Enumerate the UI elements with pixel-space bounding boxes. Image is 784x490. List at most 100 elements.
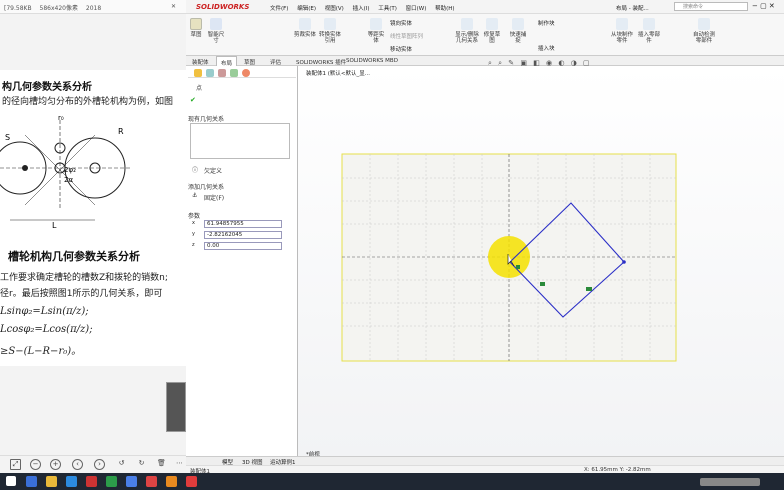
viewer-toolbar: ⤢ − + ‹ › ↺ ↻ 🗑 ⋯ (0, 455, 186, 473)
move-entities-button[interactable]: 移动实体 (390, 45, 412, 53)
search-input[interactable]: 搜索命令 (674, 2, 748, 11)
feature-tree-icon[interactable] (194, 69, 202, 77)
thumbnail[interactable] (166, 382, 186, 432)
solidworks-logo: SOLIDWORKS (196, 3, 250, 11)
property-manager: 点 ✔ 现有几何关系 ⊥ ⓘ 欠定义 添加几何关系 ⚓ 固定(F) 参数 x 6… (186, 66, 298, 464)
make-block-button[interactable]: 制作块 (538, 19, 555, 27)
taskbar-app-icon[interactable] (186, 476, 197, 487)
display-icon[interactable] (242, 69, 250, 77)
zoom-in-icon[interactable]: + (50, 459, 61, 470)
make-part-from-block-button[interactable]: 从块制作零件 (610, 18, 634, 44)
taskbar-app-icon[interactable] (86, 476, 97, 487)
taskbar-app-icon[interactable] (106, 476, 117, 487)
dimxpert-icon[interactable] (230, 69, 238, 77)
tab-assembly[interactable]: 装配体 (188, 56, 213, 66)
linear-pattern-button[interactable]: 线性草图阵列 (390, 32, 423, 40)
fig-label-two-phi: 2φ₂ (64, 166, 76, 174)
more-icon[interactable]: ⋯ (174, 459, 185, 470)
menu-view[interactable]: 视图(V) (325, 6, 344, 12)
close-icon[interactable]: ✕ (171, 3, 176, 10)
taskbar-app-icon[interactable] (166, 476, 177, 487)
pm-parameters: 参数 (188, 213, 201, 220)
rotate-right-icon[interactable]: ↻ (136, 459, 147, 470)
menu-bar: SOLIDWORKS 文件(F) 编辑(E) 视图(V) 插入(I) 工具(T)… (186, 0, 784, 14)
x-coordinate-field[interactable]: 61.94857955 (204, 220, 282, 228)
window-controls[interactable]: − ▢ ✕ (752, 2, 775, 10)
viewer-title-bar: [79.58KB 586x420像素 2018 ✕ (0, 0, 186, 14)
delete-icon[interactable]: 🗑 (156, 459, 167, 470)
insert-block-button[interactable]: 插入块 (538, 44, 555, 52)
auto-detect-button[interactable]: 自动检测零部件 (692, 18, 716, 44)
fig-label-r0: r₀ (58, 114, 64, 122)
pm-add-relations: 添加几何关系 (188, 184, 225, 191)
z-coord-icon: z (192, 242, 195, 248)
menu-file[interactable]: 文件(F) (270, 6, 288, 12)
fix-icon: ⚓ (192, 192, 198, 199)
relations-list[interactable] (190, 123, 290, 159)
fig-label-S: S (5, 133, 10, 142)
property-icon[interactable] (206, 69, 214, 77)
insert-component-button[interactable]: 插入零部件 (638, 18, 660, 44)
command-manager: 草图 智能尺寸 剪裁实体 转换实体引用 等距实体 镜向实体 线性草图阵列 移动实… (186, 14, 784, 56)
menu-edit[interactable]: 编辑(E) (297, 6, 316, 12)
pm-tab-strip (188, 68, 296, 78)
taskbar-app-icon[interactable] (46, 476, 57, 487)
taskbar-app-icon[interactable] (26, 476, 37, 487)
command-tabs: 装配体 布局 草图 评估 SOLIDWORKS 插件 SOLIDWORKS MB… (186, 56, 784, 67)
bottom-tabs: 模型 3D 视图 运动算例1 (186, 456, 784, 466)
fit-icon[interactable]: ⤢ (10, 459, 21, 470)
ok-check-icon[interactable]: ✔ (190, 96, 196, 104)
doc-line: 工作要求确定槽轮的槽数Z和拨轮的销数n; (0, 273, 168, 283)
zoom-out-icon[interactable]: − (30, 459, 41, 470)
menu-tools[interactable]: 工具(T) (378, 6, 397, 12)
x-coord-icon: x (192, 220, 195, 226)
viewer-file-size: [79.58KB (4, 5, 32, 12)
trim-button[interactable]: 剪裁实体 (294, 18, 316, 38)
fig-label-R: R (118, 127, 124, 136)
repair-sketch-button[interactable]: 修复草图 (482, 18, 502, 44)
menu-help[interactable]: 帮助(H) (435, 6, 454, 12)
start-icon[interactable] (6, 476, 16, 486)
tab-evaluate[interactable]: 评估 (266, 56, 285, 66)
doc-formula: ≥S−(L−R−r₀)。 (0, 346, 82, 357)
y-coordinate-field[interactable]: -2.82162045 (204, 231, 282, 239)
status-bar: 装配体1 X: 61.95mm Y: -2.82mm (186, 465, 784, 475)
menu-insert[interactable]: 插入(I) (353, 6, 370, 12)
tab-layout[interactable]: 布局 (216, 56, 238, 67)
menu-items: 文件(F) 编辑(E) 视图(V) 插入(I) 工具(T) 窗口(W) 帮助(H… (270, 4, 455, 12)
convert-button[interactable]: 转换实体引用 (318, 18, 342, 44)
taskbar-app-icon[interactable] (66, 476, 77, 487)
info-icon: ⓘ (192, 167, 199, 174)
y-coord-icon: y (192, 231, 195, 237)
sketch-canvas[interactable] (298, 66, 784, 456)
quick-snaps-button[interactable]: 快速捕捉 (508, 18, 528, 44)
fig-label-two-alpha: 2α (64, 176, 73, 184)
taskbar-app-icon[interactable] (146, 476, 157, 487)
pm-existing-relations: 现有几何关系 (188, 116, 225, 123)
tab-sketch[interactable]: 草图 (240, 56, 259, 66)
z-coordinate-field[interactable]: 0.00 (204, 242, 282, 250)
next-icon[interactable]: › (94, 459, 105, 470)
graphics-area[interactable]: 装配体1 (默认<默认_显... ⌕ ⌕ ✎ ▣ ◧ ◉ ◐ ◑ ▢ *前视 (298, 59, 784, 458)
offset-button[interactable]: 等距实体 (366, 18, 386, 44)
document-image: 构几何参数关系分析 的径向槽均匀分布的外槽轮机构为例，如图 r₀ R S 2φ₂… (0, 70, 186, 366)
config-icon[interactable] (218, 69, 226, 77)
fix-button[interactable]: 固定(F) (204, 193, 224, 202)
fig-label-L: L (52, 221, 57, 230)
doc-formula: Lsinφ₂=Lsin(π/z); (0, 306, 89, 317)
system-tray[interactable] (700, 478, 760, 486)
prev-icon[interactable]: ‹ (72, 459, 83, 470)
show-relations-button[interactable]: 显示/删除几何关系 (454, 18, 480, 44)
doc-formula: Lcosφ₂=Lcos(π/z); (0, 324, 93, 335)
doc-line: 径r。最后按照图1所示的几何关系，即可 (0, 289, 163, 299)
menu-window[interactable]: 窗口(W) (406, 6, 427, 12)
taskbar-app-icon[interactable] (126, 476, 137, 487)
windows-taskbar (0, 473, 784, 490)
smart-dimension-button[interactable]: 智能尺寸 (206, 18, 226, 44)
geneva-figure: r₀ R S 2φ₂ 2α L (0, 114, 130, 230)
solidworks-window: SOLIDWORKS 文件(F) 编辑(E) 视图(V) 插入(I) 工具(T)… (186, 0, 784, 475)
tab-mbd[interactable]: SOLIDWORKS MBD (342, 56, 402, 66)
rotate-left-icon[interactable]: ↺ (116, 459, 127, 470)
sketch-button[interactable]: 草图 (188, 18, 204, 38)
mirror-button[interactable]: 镜向实体 (390, 19, 412, 27)
